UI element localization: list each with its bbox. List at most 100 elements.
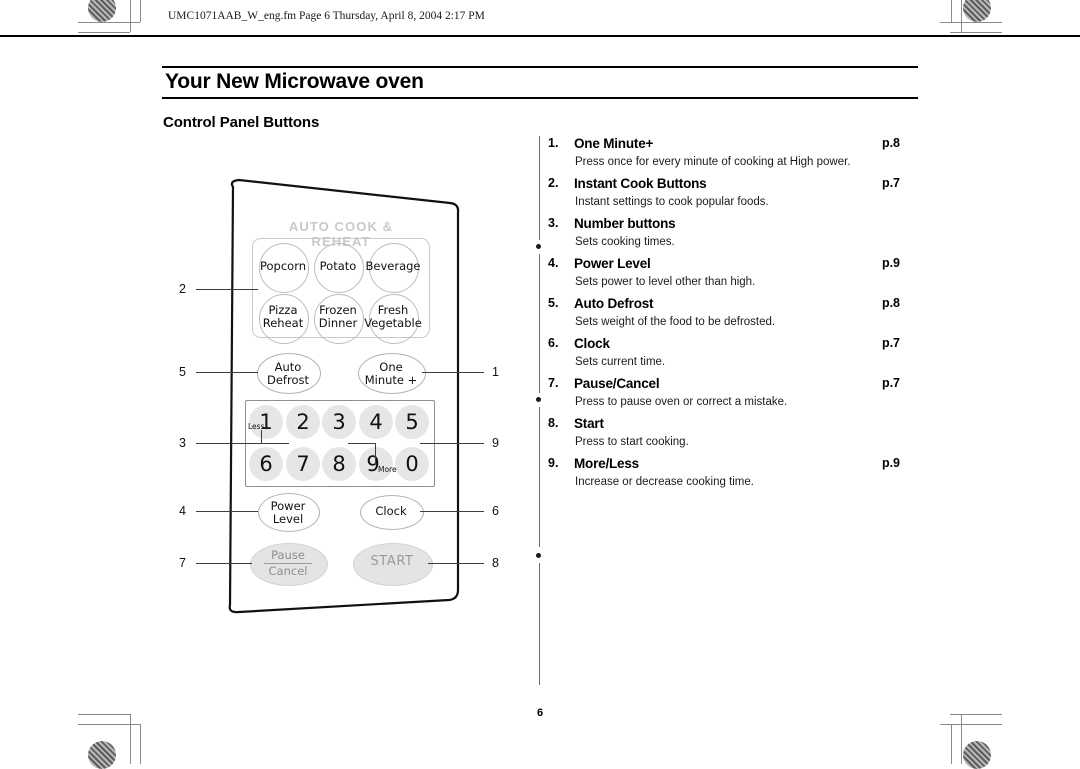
instant-cook-label-beverage: Beverage <box>365 259 421 273</box>
callout-number-left-5: 5 <box>179 365 186 379</box>
trim-mark-tr2-h <box>950 32 1002 33</box>
corner-color-blob-tr <box>963 0 991 22</box>
legend-number: 1. <box>548 136 559 150</box>
legend-description: Sets power to level other than high. <box>575 276 756 288</box>
legend-page-ref: p.7 <box>881 176 900 190</box>
number-key-label-0: 0 <box>405 452 419 476</box>
list-item: 1. One Minute+ p.8 Press once for every … <box>548 136 920 175</box>
legend-number: 5. <box>548 296 559 310</box>
column-divider-seg-4 <box>539 563 540 685</box>
trim-mark-tl2-v <box>130 0 131 32</box>
legend-label: Start <box>574 416 604 431</box>
column-divider-seg-2 <box>539 254 540 393</box>
legend-description: Instant settings to cook popular foods. <box>575 196 769 208</box>
trim-mark-br2-v <box>961 714 962 764</box>
registration-mark-bottom-right <box>906 735 932 761</box>
more-leader-h <box>348 443 376 444</box>
header-separator-rule <box>0 35 1080 37</box>
number-key-label-2: 2 <box>296 410 310 434</box>
legend-description: Sets cooking times. <box>575 236 675 248</box>
number-key-label-4: 4 <box>369 410 383 434</box>
legend-number: 2. <box>548 176 559 190</box>
callout-line-right-9 <box>420 443 484 444</box>
pause-cancel-label-line1: Pause <box>271 548 305 562</box>
callout-line-right-8 <box>428 563 484 564</box>
more-label: More <box>378 465 397 474</box>
legend-label: Instant Cook Buttons <box>574 176 707 191</box>
auto-defrost-label-line1: Auto <box>274 360 302 374</box>
instant-cook-label-vegetable: Vegetable <box>364 316 422 330</box>
less-leader-v <box>261 430 262 444</box>
column-divider-dot-1 <box>536 244 541 249</box>
page-title: Your New Microwave oven <box>165 70 424 93</box>
legend-number: 4. <box>548 256 559 270</box>
legend-description: Press once for every minute of cooking a… <box>575 156 851 168</box>
list-item: 4. Power Level p.9 Sets power to level o… <box>548 256 920 295</box>
legend-page-ref: p.7 <box>881 376 900 390</box>
registration-mark-left-middle <box>96 367 122 393</box>
legend-number: 3. <box>548 216 559 230</box>
callout-line-left-5 <box>196 372 258 373</box>
title-rule-bottom <box>162 97 918 99</box>
callout-number-left-2: 2 <box>179 282 186 296</box>
callout-number-left-3: 3 <box>179 436 186 450</box>
number-key-label-3: 3 <box>332 410 346 434</box>
list-item: 9. More/Less p.9 Increase or decrease co… <box>548 456 920 495</box>
legend-description: Increase or decrease cooking time. <box>575 476 754 488</box>
start-label: START <box>370 554 414 569</box>
column-divider-seg-3 <box>539 407 540 547</box>
column-divider-seg-1 <box>539 136 540 240</box>
less-leader-h <box>261 443 289 444</box>
more-leader-v <box>375 443 376 465</box>
list-item: 6. Clock p.7 Sets current time. <box>548 336 920 375</box>
list-item: 2. Instant Cook Buttons p.7 Instant sett… <box>548 176 920 215</box>
clock-label: Clock <box>375 504 407 518</box>
list-item: 7. Pause/Cancel p.7 Press to pause oven … <box>548 376 920 415</box>
callout-line-left-2 <box>196 289 258 290</box>
number-key-label-7: 7 <box>296 452 310 476</box>
one-minute-label-line1: One <box>379 360 403 374</box>
callout-line-right-6 <box>420 511 484 512</box>
registration-mark-bottom-center <box>527 736 553 762</box>
trim-mark-bl-v <box>140 724 141 764</box>
pause-cancel-label-line2: Cancel <box>268 564 308 578</box>
callout-line-right-1 <box>422 372 484 373</box>
legend-label: One Minute+ <box>574 136 654 151</box>
legend-number: 8. <box>548 416 559 430</box>
legend-label: Number buttons <box>574 216 676 231</box>
column-divider-dot-3 <box>536 553 541 558</box>
legend-page-ref: p.7 <box>881 336 900 350</box>
callout-number-right-6: 6 <box>492 504 499 518</box>
legend-label: Auto Defrost <box>574 296 654 311</box>
legend-label: More/Less <box>574 456 639 471</box>
legend-page-ref: p.9 <box>881 256 900 270</box>
legend-page-ref: p.8 <box>881 136 900 150</box>
title-rule-top <box>162 66 918 68</box>
number-key-label-6: 6 <box>259 452 273 476</box>
legend-number: 7. <box>548 376 559 390</box>
registration-mark-top-right <box>918 0 944 26</box>
callout-line-left-7 <box>196 563 252 564</box>
legend-label: Pause/Cancel <box>574 376 660 391</box>
legend-description: Sets weight of the food to be defrosted. <box>575 316 776 328</box>
legend-label: Clock <box>574 336 610 351</box>
document-page: UMC1071AAB_W_eng.fm Page 6 Thursday, Apr… <box>0 0 1080 769</box>
registration-mark-right-upper <box>958 37 984 63</box>
trim-mark-tl2-h <box>78 32 130 33</box>
legend-number: 9. <box>548 456 559 470</box>
auto-defrost-label-line2: Defrost <box>267 373 309 387</box>
less-label: Less <box>248 422 265 431</box>
registration-mark-right-middle <box>958 367 984 393</box>
trim-mark-tr2-v <box>961 0 962 32</box>
trim-mark-br-h <box>940 724 1002 725</box>
callout-number-right-1: 1 <box>492 365 499 379</box>
trim-mark-br-v <box>951 724 952 764</box>
legend-page-ref: p.8 <box>881 296 900 310</box>
section-heading: Control Panel Buttons <box>163 114 320 131</box>
callout-line-left-4 <box>196 511 258 512</box>
legend-description: Press to pause oven or correct a mistake… <box>575 396 788 408</box>
power-level-label-line1: Power <box>270 499 306 513</box>
number-key-label-8: 8 <box>332 452 346 476</box>
power-level-label-line2: Level <box>272 512 304 526</box>
callout-number-right-8: 8 <box>492 556 499 570</box>
